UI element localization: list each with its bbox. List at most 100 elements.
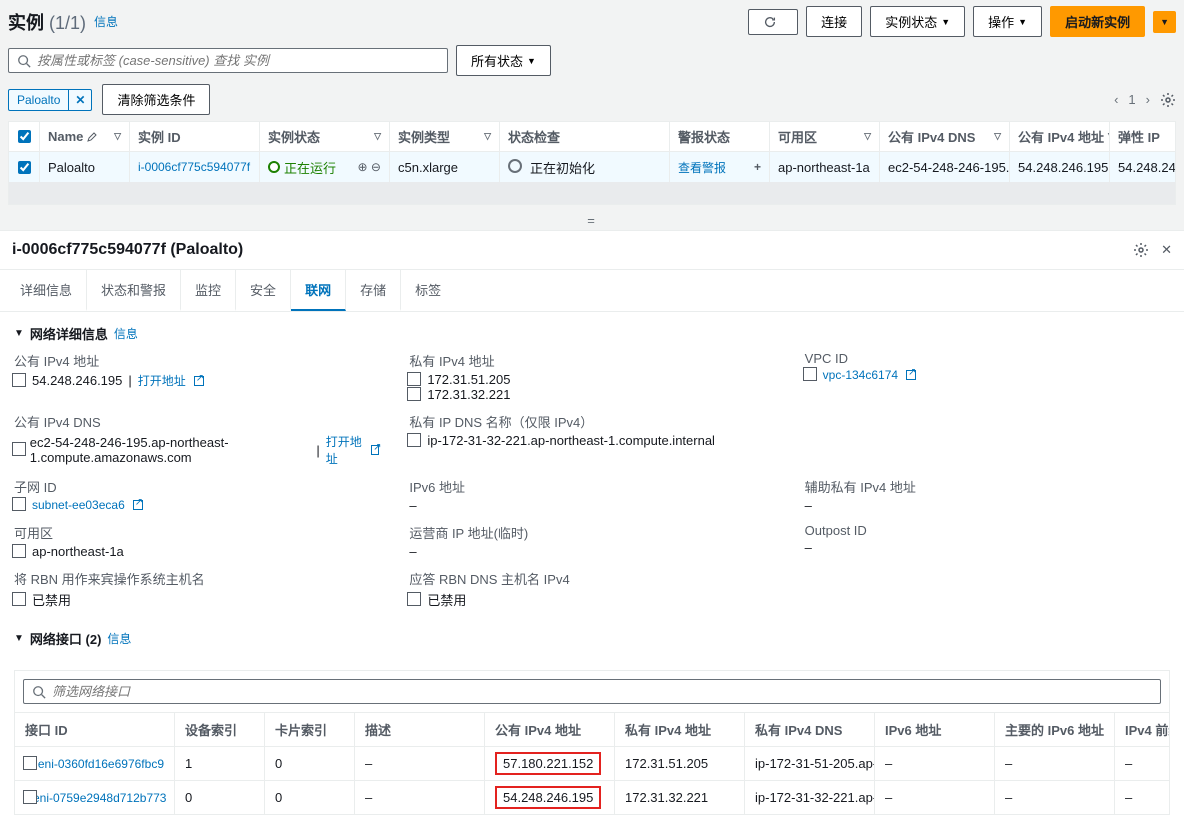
- ni-col-ipv4-prefix[interactable]: IPv4 前缀: [1115, 713, 1169, 746]
- prev-page-button[interactable]: ‹: [1114, 92, 1118, 107]
- copy-icon[interactable]: [805, 369, 817, 381]
- col-az[interactable]: 可用区▽: [769, 122, 879, 151]
- ni-row[interactable]: eni-0360fd16e6976fbc9 1 0 – 57.180.221.1…: [15, 746, 1169, 780]
- ni-col-ipv6[interactable]: IPv6 地址: [875, 713, 995, 746]
- tab-monitor[interactable]: 监控: [181, 270, 236, 311]
- instance-state-button[interactable]: 实例状态 ▼: [870, 6, 965, 37]
- ipv6-value: –: [409, 498, 774, 513]
- copy-icon[interactable]: [409, 374, 421, 386]
- ni-col-priv-ip[interactable]: 私有 IPv4 地址: [615, 713, 745, 746]
- copy-icon[interactable]: [409, 435, 421, 447]
- filter-tag: Paloalto ✕: [8, 89, 92, 111]
- state-menu-button[interactable]: ⊕ ⊖: [358, 160, 381, 174]
- ni-cell-ipv6: –: [875, 747, 995, 780]
- network-details-header[interactable]: ▼网络详细信息 信息: [14, 324, 1170, 343]
- add-alarm-button[interactable]: +: [754, 160, 761, 174]
- info-link[interactable]: 信息: [107, 630, 131, 647]
- subnet-id-link[interactable]: subnet-ee03eca6: [32, 498, 125, 512]
- resize-handle[interactable]: =: [0, 211, 1184, 230]
- tab-security[interactable]: 安全: [236, 270, 291, 311]
- ni-row[interactable]: eni-0759e2948d712b773 0 0 – 54.248.246.1…: [15, 780, 1169, 814]
- ni-col-primary-ipv6[interactable]: 主要的 IPv6 地址: [995, 713, 1115, 746]
- search-input[interactable]: [37, 53, 439, 68]
- status-filter-button[interactable]: 所有状态 ▼: [456, 45, 551, 76]
- collapse-icon: ▼: [14, 328, 24, 339]
- next-page-button[interactable]: ›: [1146, 92, 1150, 107]
- ni-cell-desc: –: [355, 781, 485, 814]
- ni-col-desc[interactable]: 描述: [355, 713, 485, 746]
- col-alarm-state[interactable]: 警报状态: [669, 122, 769, 151]
- open-address-link[interactable]: 打开地址: [326, 433, 363, 467]
- page-title: 实例 (1/1): [8, 9, 86, 35]
- ni-cell-dev-idx: 1: [175, 747, 265, 780]
- search-icon: [17, 54, 31, 68]
- external-link-icon: [133, 500, 143, 510]
- select-all-checkbox[interactable]: [18, 130, 31, 143]
- network-interfaces-header[interactable]: ▼网络接口 (2) 信息: [14, 629, 1170, 648]
- copy-icon[interactable]: [25, 758, 32, 770]
- copy-icon[interactable]: [14, 594, 26, 606]
- copy-icon[interactable]: [409, 594, 421, 606]
- ni-col-card-idx[interactable]: 卡片索引: [265, 713, 355, 746]
- ni-cell-priv-dns: ip-172-31-32-221.ap-...: [745, 781, 875, 814]
- private-ip-label: 私有 IPv4 地址: [409, 351, 774, 370]
- az-label: 可用区: [14, 523, 379, 542]
- copy-icon[interactable]: [14, 444, 24, 456]
- tag-remove-button[interactable]: ✕: [69, 90, 91, 110]
- tab-storage[interactable]: 存储: [346, 270, 401, 311]
- col-instance-type[interactable]: 实例类型▽: [389, 122, 499, 151]
- ni-search-input[interactable]: [52, 684, 1152, 699]
- col-instance-state[interactable]: 实例状态▽: [259, 122, 389, 151]
- settings-button[interactable]: [1160, 92, 1176, 108]
- ni-cell-pub-ip: 57.180.221.152: [495, 752, 601, 775]
- tab-network[interactable]: 联网: [291, 270, 346, 311]
- detail-tabs: 详细信息 状态和警报 监控 安全 联网 存储 标签: [0, 270, 1184, 312]
- info-link[interactable]: 信息: [94, 13, 118, 30]
- edit-icon: [87, 132, 97, 142]
- ni-search-box[interactable]: [23, 679, 1161, 704]
- table-row[interactable]: Paloalto i-0006cf775c594077f 正在运行⊕ ⊖ c5n…: [9, 152, 1175, 182]
- instance-id-link[interactable]: i-0006cf775c594077f: [138, 160, 250, 174]
- rbn-value: 已禁用: [32, 590, 71, 609]
- vpc-id-link[interactable]: vpc-134c6174: [823, 368, 898, 382]
- copy-icon[interactable]: [14, 375, 26, 387]
- connect-button[interactable]: 连接: [806, 6, 862, 37]
- tab-info[interactable]: 详细信息: [6, 270, 87, 311]
- row-checkbox[interactable]: [18, 161, 31, 174]
- col-elastic-ip[interactable]: 弹性 IP: [1109, 122, 1175, 151]
- refresh-button[interactable]: [748, 9, 798, 35]
- cell-state: 正在运行: [284, 158, 336, 177]
- view-alarms-link[interactable]: 查看警报: [678, 159, 726, 176]
- panel-settings-button[interactable]: [1133, 242, 1149, 258]
- ni-col-pub-ip[interactable]: 公有 IPv4 地址: [485, 713, 615, 746]
- search-box[interactable]: [8, 48, 448, 73]
- ni-cell-desc: –: [355, 747, 485, 780]
- copy-icon[interactable]: [14, 499, 26, 511]
- col-instance-id[interactable]: 实例 ID: [129, 122, 259, 151]
- ni-col-dev-idx[interactable]: 设备索引: [175, 713, 265, 746]
- aux-private-label: 辅助私有 IPv4 地址: [805, 477, 1170, 496]
- launch-menu-button[interactable]: ▼: [1153, 11, 1176, 33]
- ni-col-priv-dns[interactable]: 私有 IPv4 DNS: [745, 713, 875, 746]
- tab-tags[interactable]: 标签: [401, 270, 455, 311]
- launch-instance-button[interactable]: 启动新实例: [1050, 6, 1145, 37]
- open-address-link[interactable]: 打开地址: [138, 372, 186, 389]
- info-link[interactable]: 信息: [114, 325, 138, 342]
- col-public-ip[interactable]: 公有 IPv4 地址▽: [1009, 122, 1109, 151]
- col-status-check[interactable]: 状态检查: [499, 122, 669, 151]
- eni-id-link[interactable]: eni-0759e2948d712b773: [33, 791, 166, 805]
- clear-filters-button[interactable]: 清除筛选条件: [102, 84, 210, 115]
- ni-cell-dev-idx: 0: [175, 781, 265, 814]
- ni-col-id[interactable]: 接口 ID: [15, 713, 175, 746]
- panel-close-button[interactable]: ✕: [1161, 242, 1172, 258]
- col-name[interactable]: Name ▽: [39, 122, 129, 151]
- ni-cell-ipv4-prefix: –: [1115, 781, 1169, 814]
- copy-icon[interactable]: [25, 792, 27, 804]
- rbn-dns-value: 已禁用: [427, 590, 466, 609]
- eni-id-link[interactable]: eni-0360fd16e6976fbc9: [38, 757, 164, 771]
- tab-status[interactable]: 状态和警报: [87, 270, 181, 311]
- copy-icon[interactable]: [14, 546, 26, 558]
- copy-icon[interactable]: [409, 389, 421, 401]
- col-public-dns[interactable]: 公有 IPv4 DNS▽: [879, 122, 1009, 151]
- actions-button[interactable]: 操作 ▼: [973, 6, 1042, 37]
